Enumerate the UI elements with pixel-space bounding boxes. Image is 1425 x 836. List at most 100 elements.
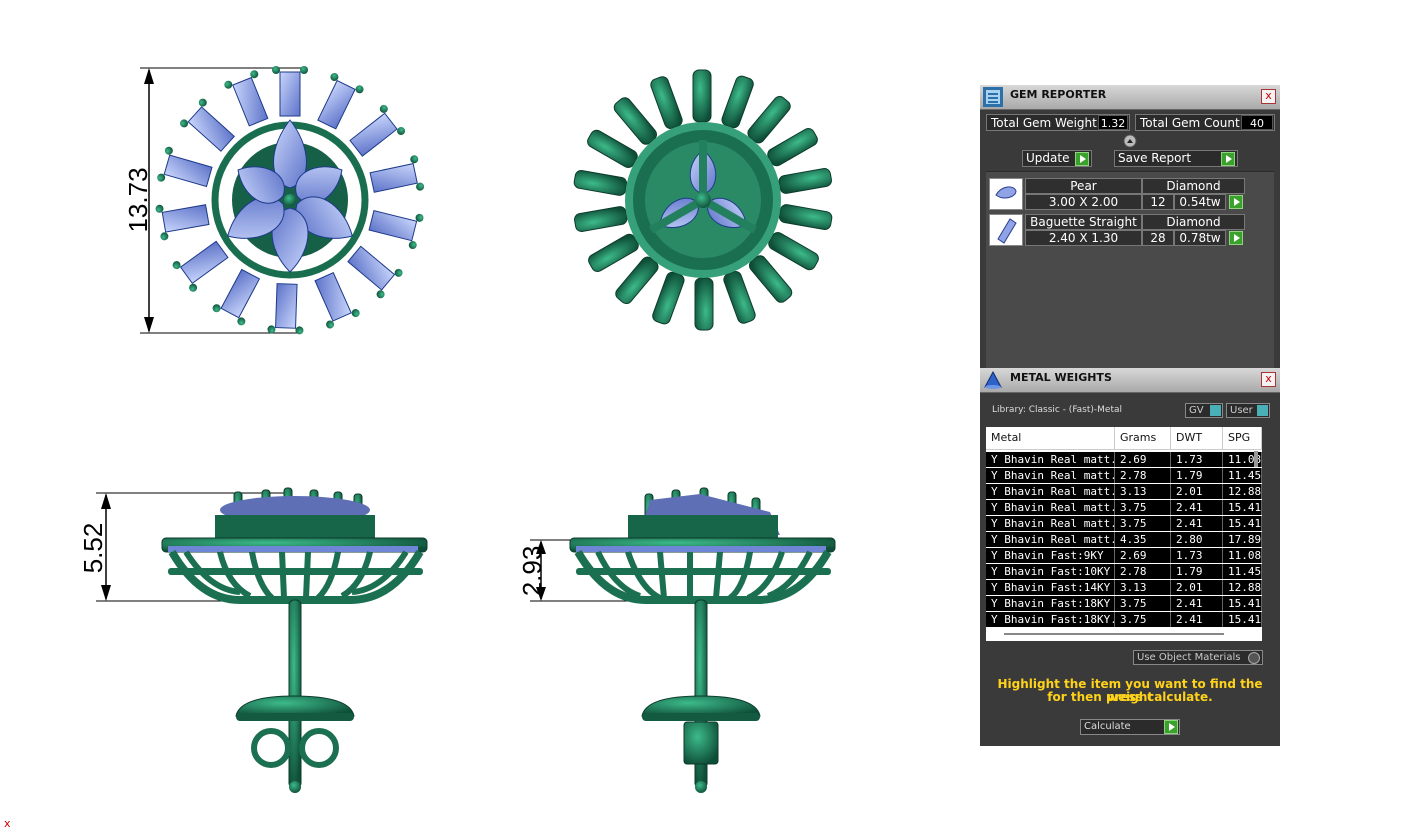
table-row[interactable]: Y Bhavin Fast:10KY 2.78 1.79 11.45 — [986, 564, 1262, 579]
col-metal[interactable]: Metal — [986, 427, 1115, 449]
cell-spg: 15.41 — [1223, 516, 1262, 531]
gv-toggle[interactable]: GV — [1185, 403, 1223, 418]
gv-label: GV — [1189, 405, 1204, 416]
calculate-go-icon — [1164, 720, 1178, 734]
metal-table-header: Metal Grams DWT SPG — [986, 427, 1262, 450]
table-row[interactable]: Y Bhavin Fast:9KY 2.69 1.73 11.08 — [986, 548, 1262, 563]
cell-grams: 2.69 — [1115, 548, 1171, 563]
side-view-right: 2.93 — [517, 487, 836, 793]
metal-weights-icon — [984, 370, 1002, 389]
corner-x-mark: x — [4, 817, 11, 830]
table-horizontal-scrollbar[interactable] — [1004, 633, 1224, 635]
cell-grams: 3.75 — [1115, 612, 1171, 627]
dimension-top-height: 13.73 — [123, 167, 153, 232]
gv-indicator-icon — [1210, 405, 1221, 416]
cell-grams: 3.13 — [1115, 484, 1171, 499]
cell-grams: 3.13 — [1115, 580, 1171, 595]
cell-spg: 15.41 — [1223, 500, 1262, 515]
cell-metal-name: Y Bhavin Fast:10KY — [986, 564, 1115, 579]
gem-row-baguette[interactable]: Baguette Straight Diamond 2.40 X 1.30 28… — [989, 212, 1247, 248]
gem-weight: 0.54tw — [1174, 194, 1226, 210]
cell-grams: 2.78 — [1115, 468, 1171, 483]
table-row[interactable]: Y Bhavin Real matt...4.352.8017.89 — [986, 532, 1262, 547]
cell-dwt: 2.01 — [1171, 580, 1223, 595]
cell-dwt: 2.41 — [1171, 516, 1223, 531]
cell-spg: 12.88 — [1223, 484, 1262, 499]
col-spg[interactable]: SPG — [1223, 427, 1262, 449]
cell-spg: 11.45 — [1223, 468, 1262, 483]
col-grams[interactable]: Grams — [1115, 427, 1171, 449]
save-report-button-label: Save Report — [1118, 151, 1192, 165]
pear-icon — [995, 186, 1017, 199]
calculate-button[interactable]: Calculate — [1080, 719, 1180, 735]
toggle-circle-icon — [1248, 652, 1260, 664]
cell-dwt: 2.41 — [1171, 500, 1223, 515]
side-view-left: 5.52 — [78, 487, 428, 793]
cell-grams: 3.75 — [1115, 516, 1171, 531]
baguette-gem-thumbnail — [989, 214, 1023, 246]
save-report-go-icon — [1221, 152, 1235, 166]
table-row[interactable]: Y Bhavin Real matt...3.752.4115.41 — [986, 500, 1262, 515]
cell-spg: 17.89 — [1223, 532, 1262, 547]
cad-viewport[interactable]: 13.73 5.52 2.93 — [0, 0, 960, 832]
metal-table[interactable]: Metal Grams DWT SPG Y Bhavin Real matt..… — [986, 427, 1262, 641]
metal-weights-titlebar[interactable]: METAL WEIGHTS x — [980, 368, 1280, 393]
cell-grams: 3.75 — [1115, 500, 1171, 515]
cell-metal-name: Y Bhavin Fast:14KY — [986, 580, 1115, 595]
gem-baguette-go-icon[interactable] — [1229, 231, 1243, 245]
table-vertical-scrollbar[interactable] — [1254, 451, 1258, 467]
cell-spg: 11.45 — [1223, 564, 1262, 579]
collapse-arrow-icon[interactable] — [1123, 134, 1137, 148]
cell-grams: 4.35 — [1115, 532, 1171, 547]
gem-reporter-titlebar[interactable]: GEM REPORTER x — [980, 85, 1280, 110]
table-row[interactable]: Y Bhavin Real matt...2.781.7911.45 — [986, 468, 1262, 483]
top-view-front: 13.73 — [123, 66, 425, 335]
col-dwt[interactable]: DWT — [1171, 427, 1223, 449]
cell-metal-name: Y Bhavin Real matt... — [986, 532, 1115, 547]
gem-size: 3.00 X 2.00 — [1025, 194, 1142, 210]
table-row[interactable]: Y Bhavin Real matt...3.132.0112.88 — [986, 484, 1262, 499]
table-row[interactable]: Y Bhavin Real matt...3.752.4115.41 — [986, 516, 1262, 531]
gem-reporter-icon — [983, 87, 1003, 107]
update-button-label: Update — [1026, 151, 1070, 165]
gem-list: Pear Diamond 3.00 X 2.00 12 0.54tw Bague… — [986, 171, 1274, 372]
cell-grams: 2.69 — [1115, 452, 1171, 467]
update-button[interactable]: Update — [1022, 150, 1092, 167]
close-icon[interactable]: x — [1261, 89, 1276, 104]
gem-pear-go-icon[interactable] — [1229, 195, 1243, 209]
dimension-side-height: 5.52 — [78, 523, 108, 574]
cell-grams: 3.75 — [1115, 596, 1171, 611]
cell-dwt: 2.80 — [1171, 532, 1223, 547]
user-toggle[interactable]: User — [1226, 403, 1270, 418]
metal-weights-title: METAL WEIGHTS — [1010, 371, 1112, 384]
cell-spg: 11.08 — [1223, 548, 1262, 563]
table-row[interactable]: Y Bhavin Fast:14KY 3.13 2.01 12.88 — [986, 580, 1262, 595]
total-gem-weight-value: 1.32 — [1098, 115, 1128, 130]
cell-metal-name: Y Bhavin Real matt... — [986, 484, 1115, 499]
cell-dwt: 1.79 — [1171, 564, 1223, 579]
table-row[interactable]: Y Bhavin Fast:18KY 3.75 2.41 15.41 — [986, 596, 1262, 611]
gem-row-pear[interactable]: Pear Diamond 3.00 X 2.00 12 0.54tw — [989, 176, 1247, 212]
gem-size: 2.40 X 1.30 — [1025, 230, 1142, 246]
close-icon[interactable]: x — [1261, 372, 1276, 387]
cell-metal-name: Y Bhavin Real matt... — [986, 516, 1115, 531]
cell-spg: 15.41 — [1223, 596, 1262, 611]
cell-metal-name: Y Bhavin Fast:18KY... — [986, 612, 1115, 627]
pear-gem-thumbnail — [989, 178, 1023, 210]
use-object-materials-checkbox[interactable]: Use Object Materials — [1133, 650, 1263, 665]
table-row[interactable]: Y Bhavin Real matt...2.691.7311.08 — [986, 452, 1262, 467]
gem-weight: 0.78tw — [1174, 230, 1226, 246]
table-row[interactable]: Y Bhavin Fast:18KY...3.752.4115.41 — [986, 612, 1262, 627]
calculate-button-label: Calculate — [1084, 721, 1131, 732]
gem-shape: Pear — [1025, 178, 1142, 194]
library-label: Library: Classic - (Fast)-Metal — [992, 405, 1123, 415]
cell-dwt: 2.41 — [1171, 612, 1223, 627]
user-label: User — [1230, 405, 1253, 416]
gem-count: 28 — [1142, 230, 1174, 246]
cell-metal-name: Y Bhavin Real matt... — [986, 500, 1115, 515]
gem-reporter-panel: GEM REPORTER x Total Gem Weight 1.32 Tot… — [980, 85, 1280, 375]
cell-dwt: 1.73 — [1171, 452, 1223, 467]
user-indicator-icon — [1257, 405, 1268, 416]
metal-weights-panel: METAL WEIGHTS x Library: Classic - (Fast… — [980, 368, 1280, 746]
save-report-button[interactable]: Save Report — [1114, 150, 1238, 167]
